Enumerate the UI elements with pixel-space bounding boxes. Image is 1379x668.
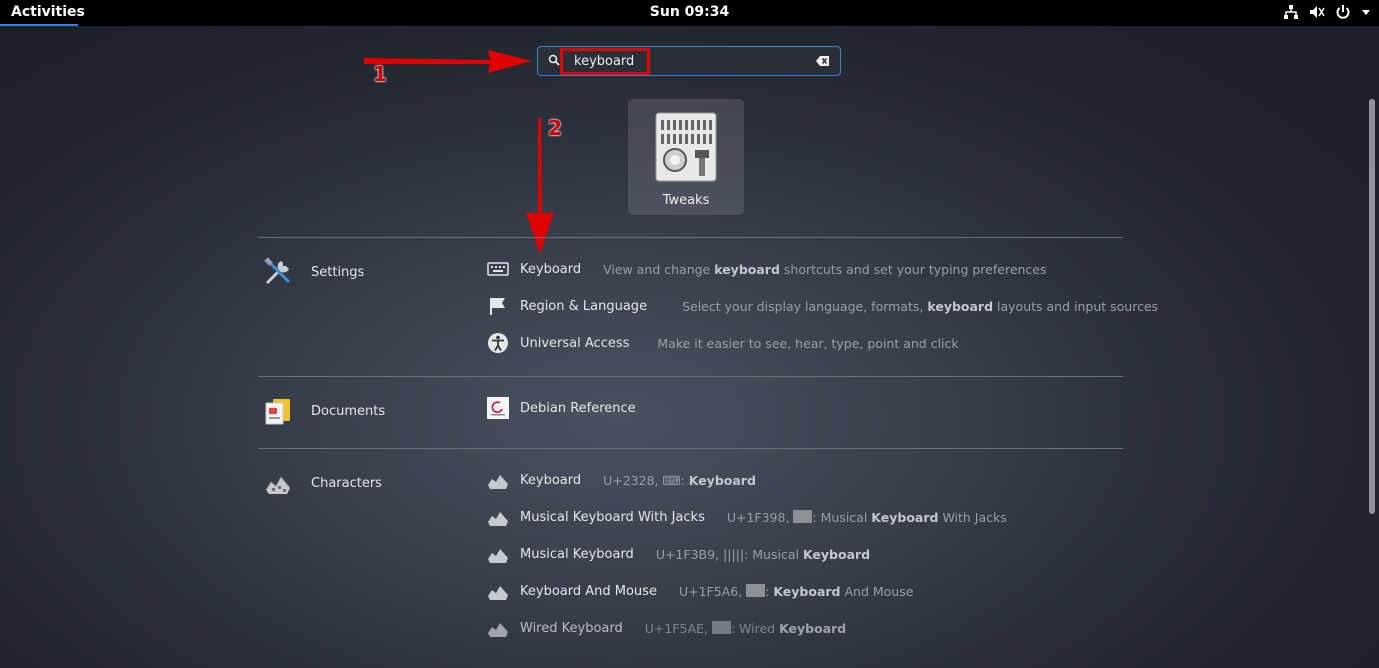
results-scrollbar[interactable] [1369, 99, 1375, 514]
section-divider [258, 448, 1123, 449]
annotation-label-1: 1 [373, 62, 387, 86]
character-icon [488, 512, 508, 526]
system-tray[interactable] [1283, 4, 1371, 20]
result-character-keyboard[interactable]: Keyboard U+2328, ⌨: Keyboard [487, 469, 756, 491]
character-icon [488, 623, 508, 637]
result-character-wired-keyboard[interactable]: Wired Keyboard U+1F5AE, : Wired Keyboard [487, 617, 846, 639]
tweaks-icon [655, 112, 717, 182]
result-description: U+1F398, : Musical Keyboard With Jacks [726, 509, 1007, 525]
character-icon [488, 586, 508, 600]
annotation-label-2: 2 [548, 116, 562, 140]
result-title: Musical Keyboard With Jacks [520, 509, 705, 525]
app-label: Tweaks [662, 193, 710, 208]
result-title: Keyboard And Mouse [520, 583, 657, 599]
section-divider [258, 376, 1123, 377]
result-title: Debian Reference [520, 400, 636, 416]
provider-documents[interactable]: Documents [263, 396, 385, 426]
clock[interactable]: Sun 09:34 [0, 0, 1379, 25]
flag-icon [490, 298, 505, 315]
chevron-down-icon[interactable] [1361, 4, 1371, 20]
result-title: Musical Keyboard [520, 546, 634, 562]
result-keyboard-settings[interactable]: Keyboard View and change keyboard shortc… [487, 258, 1047, 280]
result-description: U+2328, ⌨: Keyboard [603, 472, 756, 488]
character-icon [488, 475, 508, 489]
provider-name: Documents [311, 403, 386, 419]
provider-name: Settings [311, 264, 365, 280]
provider-settings[interactable]: Settings [263, 257, 364, 287]
top-bar: Activities Sun 09:34 [0, 0, 1379, 26]
annotation-arrow-1 [364, 50, 532, 73]
character-icon [488, 549, 508, 563]
search-icon [548, 54, 560, 66]
result-title: Wired Keyboard [520, 620, 623, 636]
result-title: Keyboard [520, 261, 582, 277]
app-result-tweaks[interactable]: Tweaks [628, 99, 744, 215]
keyboard-icon [487, 262, 509, 276]
result-title: Region & Language [520, 298, 648, 314]
result-universal-access[interactable]: Universal Access Make it easier to see, … [487, 332, 959, 354]
result-character-musical-keyboard-jacks[interactable]: Musical Keyboard With Jacks U+1F398, : M… [487, 506, 1007, 528]
debian-document-icon [487, 397, 509, 419]
result-description: Make it easier to see, hear, type, point… [657, 335, 959, 351]
accessibility-icon [488, 333, 508, 353]
volume-icon[interactable] [1309, 4, 1325, 20]
result-description: U+1F5AE, : Wired Keyboard [644, 620, 847, 636]
result-description: U+1F5A6, : Keyboard And Mouse [678, 583, 914, 599]
section-divider [258, 237, 1123, 238]
result-description: View and change keyboard shortcuts and s… [603, 261, 1047, 277]
result-description: U+1F3B9, |||||: Musical Keyboard [655, 546, 871, 562]
result-title: Keyboard [520, 472, 582, 488]
documents-icon [265, 399, 290, 425]
result-debian-reference[interactable]: Debian Reference [487, 397, 636, 419]
result-description: Select your display language, formats, k… [682, 298, 1159, 314]
highlight-box [560, 48, 650, 75]
provider-name: Characters [311, 475, 382, 491]
characters-icon [265, 476, 291, 494]
settings-tools-icon [264, 257, 291, 285]
result-character-keyboard-mouse[interactable]: Keyboard And Mouse U+1F5A6, : Keyboard A… [487, 580, 913, 602]
power-icon[interactable] [1335, 4, 1351, 20]
result-title: Universal Access [520, 335, 630, 351]
clear-search-icon[interactable] [816, 55, 830, 67]
network-icon[interactable] [1283, 4, 1299, 20]
provider-characters[interactable]: Characters [263, 468, 382, 498]
result-character-musical-keyboard[interactable]: Musical Keyboard U+1F3B9, |||||: Musical… [487, 543, 870, 565]
result-region-language[interactable]: Region & Language Select your display la… [487, 295, 1158, 317]
